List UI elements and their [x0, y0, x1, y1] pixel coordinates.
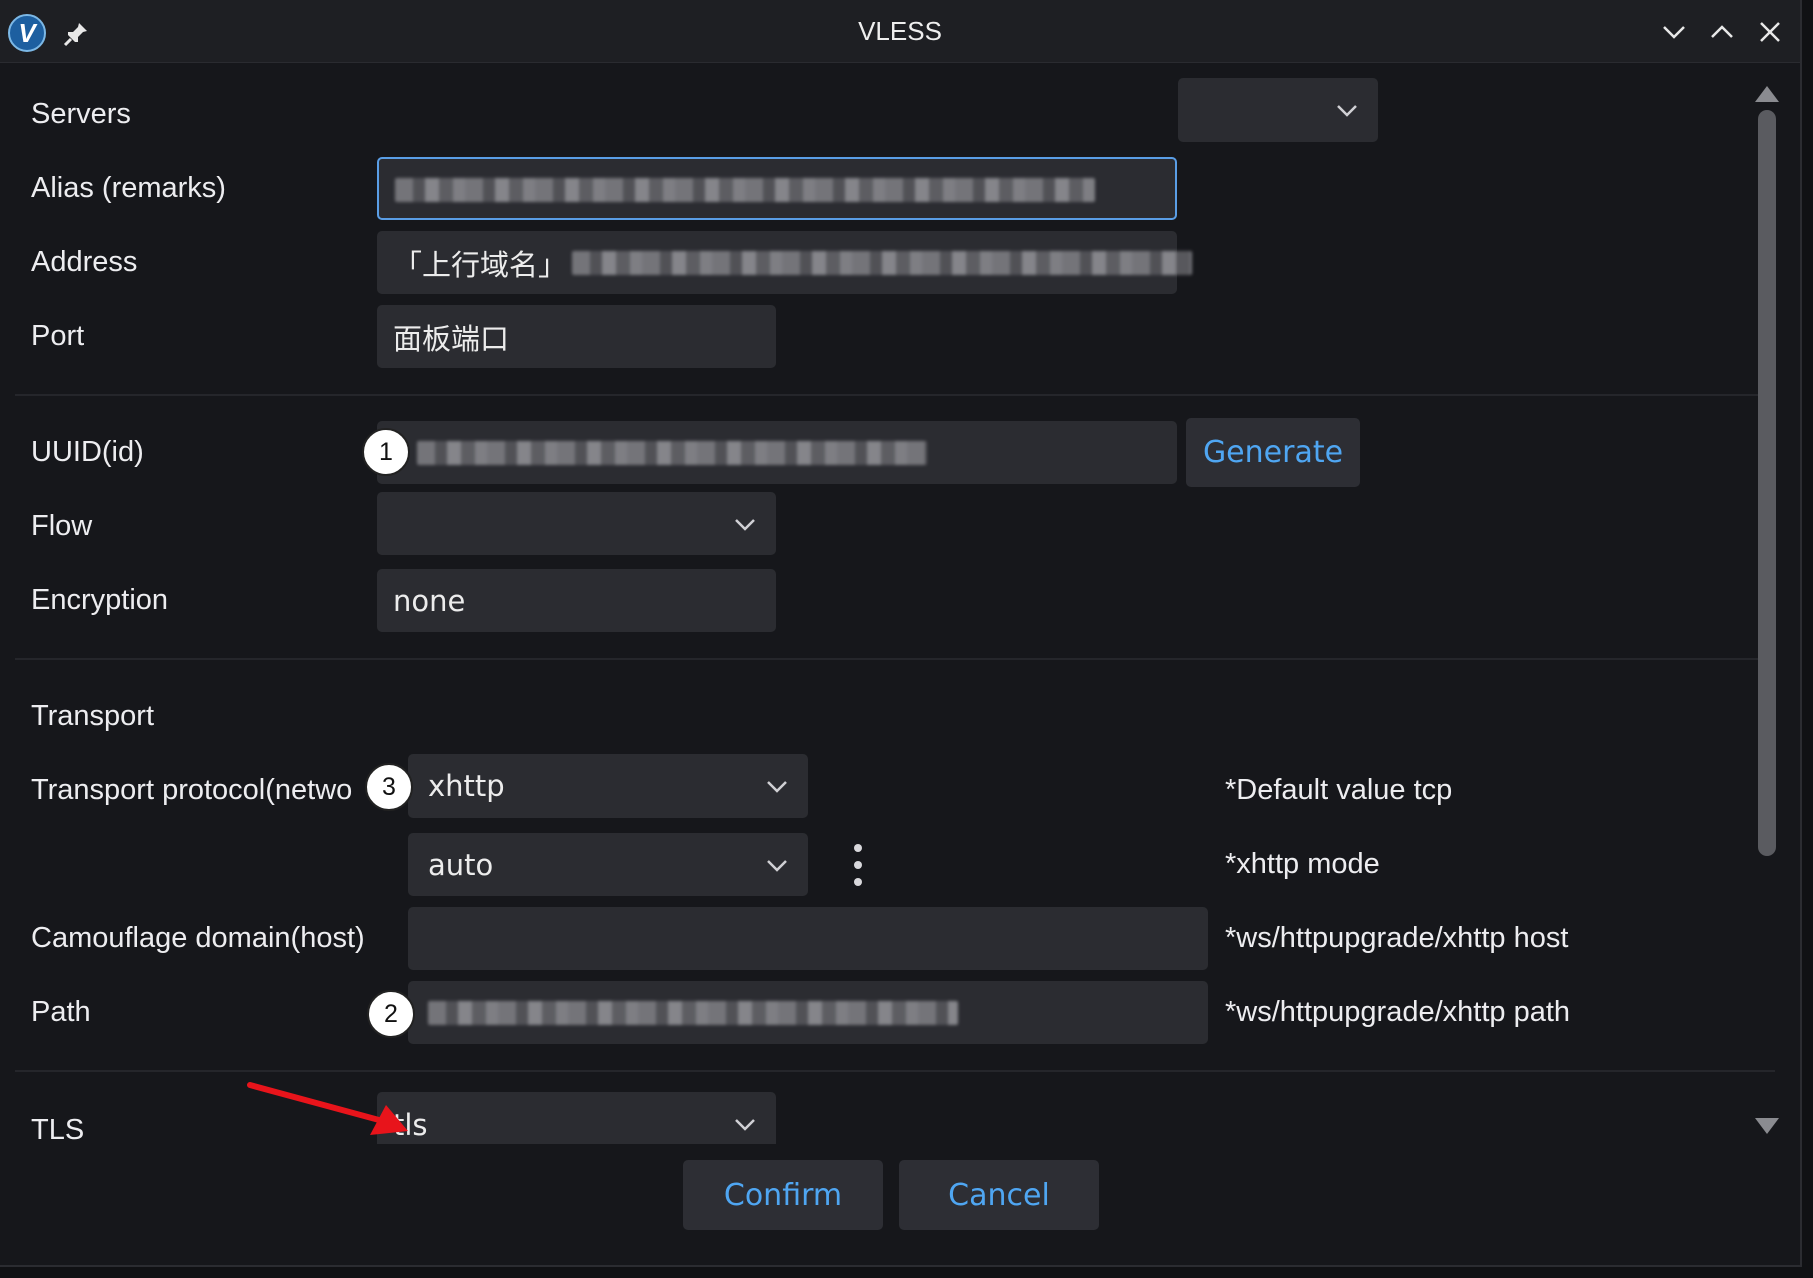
flow-dropdown[interactable]	[377, 492, 776, 555]
window-title: VLESS	[858, 16, 942, 46]
scroll-up-icon[interactable]	[1755, 86, 1779, 102]
host-input[interactable]	[408, 907, 1208, 970]
protocol-hint: *Default value tcp	[1225, 774, 1453, 806]
more-options-icon[interactable]	[848, 842, 868, 888]
chevron-down-icon	[735, 518, 755, 531]
servers-dropdown[interactable]	[1178, 78, 1378, 142]
maximize-icon[interactable]	[1708, 18, 1736, 46]
uuid-input[interactable]	[377, 421, 1177, 484]
transport-section-label: Transport	[31, 700, 155, 732]
redacted-text	[395, 178, 1095, 202]
title-bar: V VLESS	[0, 0, 1800, 63]
annotation-badge-1: 1	[362, 428, 410, 476]
xhttp-mode-hint: *xhttp mode	[1225, 848, 1380, 880]
annotation-badge-3: 3	[365, 763, 413, 811]
address-value: 「上行域名」	[393, 247, 568, 282]
separator	[15, 394, 1775, 396]
path-label: Path	[31, 996, 91, 1028]
encryption-input[interactable]: none	[377, 569, 776, 632]
transport-protocol-dropdown[interactable]: xhttp	[408, 754, 808, 818]
scroll-down-icon[interactable]	[1755, 1118, 1779, 1134]
alias-input[interactable]	[377, 157, 1177, 220]
encryption-label: Encryption	[31, 584, 169, 616]
chevron-down-icon	[767, 781, 787, 793]
tls-label: TLS	[31, 1114, 85, 1146]
transport-protocol-selected: xhttp	[428, 769, 505, 803]
host-hint: *ws/httpupgrade/xhttp host	[1225, 922, 1569, 954]
port-label: Port	[31, 320, 85, 352]
close-icon[interactable]	[1756, 18, 1784, 46]
xhttp-mode-selected: auto	[428, 847, 494, 882]
chevron-down-icon	[1337, 105, 1357, 117]
flow-label: Flow	[31, 510, 93, 542]
annotation-badge-2: 2	[367, 990, 415, 1038]
path-input[interactable]	[408, 981, 1208, 1044]
host-label: Camouflage domain(host)	[31, 922, 365, 954]
chevron-down-icon	[735, 1119, 755, 1132]
uuid-label: UUID(id)	[31, 436, 144, 468]
transport-protocol-label: Transport protocol(netwo	[31, 774, 353, 806]
dialog-window: V VLESS Servers Alias (remarks) Address …	[0, 0, 1802, 1267]
separator	[15, 1070, 1775, 1072]
address-input[interactable]: 「上行域名」	[377, 231, 1192, 294]
port-value: 面板端口	[393, 321, 510, 356]
servers-label: Servers	[31, 98, 131, 130]
alias-label: Alias (remarks)	[31, 172, 226, 204]
address-label: Address	[31, 246, 138, 278]
separator	[15, 658, 1775, 660]
chevron-down-icon	[767, 859, 787, 872]
minimize-icon[interactable]	[1660, 18, 1688, 46]
redacted-text	[417, 441, 927, 465]
redacted-text	[428, 1001, 958, 1025]
redacted-text	[572, 251, 1192, 275]
scrollbar-thumb[interactable]	[1758, 110, 1776, 856]
path-hint: *ws/httpupgrade/xhttp path	[1225, 996, 1571, 1028]
cancel-button[interactable]: Cancel	[899, 1160, 1099, 1230]
encryption-value: none	[393, 583, 466, 618]
port-input[interactable]: 面板端口	[377, 305, 776, 368]
annotation-arrow	[247, 1082, 408, 1135]
xhttp-mode-dropdown[interactable]: auto	[408, 833, 808, 896]
generate-button[interactable]: Generate	[1186, 418, 1360, 487]
confirm-button[interactable]: Confirm	[683, 1160, 883, 1230]
